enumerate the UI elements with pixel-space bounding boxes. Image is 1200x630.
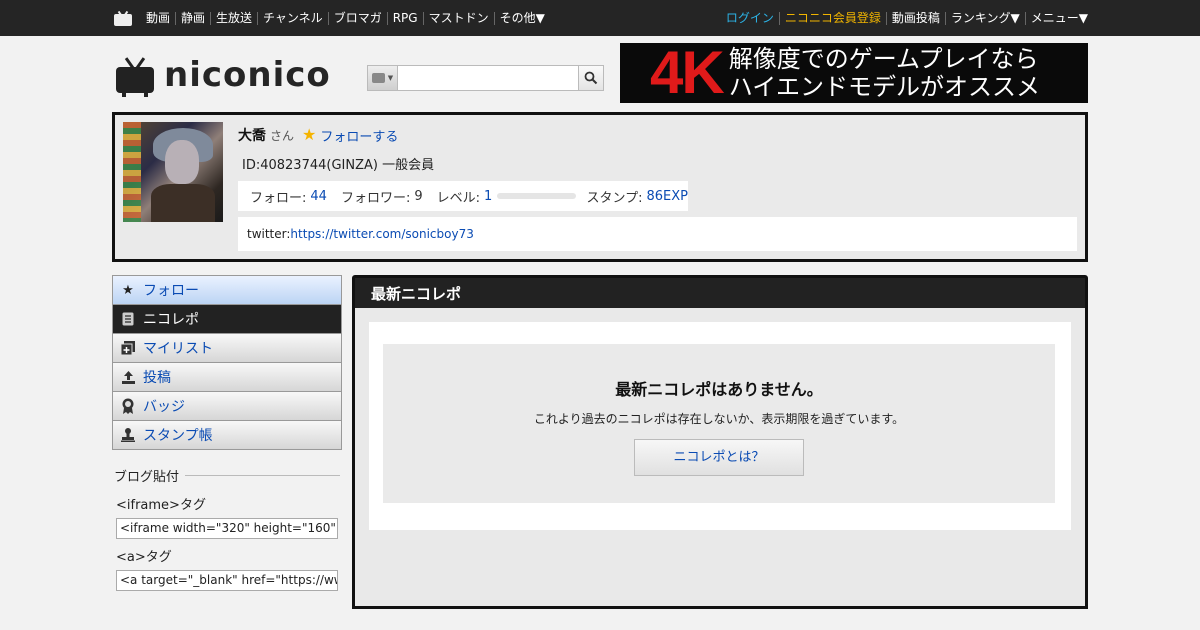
mylist-icon: [121, 341, 135, 355]
user-nav: ログイン ニコニコ会員登録 動画投稿 ランキング▼ メニュー▼: [721, 11, 1088, 25]
stamp-label: スタンプ:: [586, 190, 643, 206]
follower-count-label: フォロワー:: [340, 190, 411, 206]
ranking-dropdown[interactable]: ランキング▼: [946, 11, 1026, 25]
empty-state: 最新ニコレポはありません。 これより過去のニコレポは存在しないか、表示期限を過ぎ…: [383, 344, 1055, 503]
search-icon: [584, 71, 598, 85]
nav-seiga[interactable]: 静画: [176, 11, 212, 25]
search-button[interactable]: [577, 66, 603, 90]
nav-more-dropdown[interactable]: その他▼: [495, 11, 550, 25]
nav-mastodon[interactable]: マストドン: [424, 11, 495, 25]
search-box: ▼: [367, 65, 604, 91]
follow-button[interactable]: ★ フォローする: [302, 126, 398, 145]
user-profile-card: 大喬 さん ★ フォローする ID:40823744(GINZA) 一般会員 フ…: [112, 112, 1088, 262]
level-progress-bar: [497, 193, 577, 199]
user-honorific: さん: [270, 129, 295, 143]
sidebar-item-upload[interactable]: 投稿: [112, 363, 342, 392]
follow-link[interactable]: フォローする: [320, 126, 398, 145]
iframe-tag-label: <iframe>タグ: [116, 498, 206, 513]
nav-video[interactable]: 動画: [141, 11, 177, 25]
search-input[interactable]: [397, 66, 578, 90]
sidebar-item-label: マイリスト: [143, 341, 213, 357]
nicorepo-card: 最新ニコレポはありません。 これより過去のニコレポは存在しないか、表示期限を過ぎ…: [369, 322, 1071, 530]
sidebar-item-mylist[interactable]: マイリスト: [112, 334, 342, 363]
panel-title: 最新ニコレポ: [355, 278, 1085, 308]
blog-embed-title: ブログ貼付: [114, 466, 340, 485]
follow-count[interactable]: 44: [310, 189, 327, 204]
stamp-exp[interactable]: 86EXP: [646, 189, 688, 204]
menu-dropdown[interactable]: メニュー▼: [1026, 11, 1088, 25]
register-link[interactable]: ニコニコ会員登録: [780, 11, 887, 25]
search-category-dropdown[interactable]: ▼: [368, 66, 398, 90]
a-tag-label: <a>タグ: [116, 550, 172, 565]
logo-text: niconico: [164, 55, 331, 95]
twitter-label: twitter:: [247, 227, 291, 241]
star-icon: ★: [122, 282, 134, 298]
level-value[interactable]: 1: [484, 189, 492, 204]
tv-icon: [371, 73, 385, 83]
login-link[interactable]: ログイン: [721, 11, 780, 25]
tv-logo-icon: [116, 56, 154, 97]
report-icon: [121, 312, 135, 326]
sidebar-item-label: バッジ: [143, 399, 185, 415]
profile-name-row: 大喬 さん ★ フォローする: [238, 125, 398, 145]
niconico-home-icon[interactable]: [114, 10, 132, 26]
follower-count: 9: [414, 188, 423, 204]
sidebar-item-label: フォロー: [143, 283, 199, 299]
iframe-tag-field[interactable]: <iframe width="320" height="160" src: [116, 518, 338, 539]
sidebar-item-nicorepo[interactable]: ニコレポ: [112, 305, 342, 334]
sidebar-item-label: スタンプ帳: [143, 428, 213, 444]
banner-copy: 解像度でのゲームプレイなら ハイエンドモデルがオススメ: [729, 45, 1040, 101]
nav-live[interactable]: 生放送: [211, 11, 259, 25]
empty-heading: 最新ニコレポはありません。: [615, 380, 823, 399]
star-icon: ★: [302, 125, 317, 144]
ad-banner[interactable]: 4K 解像度でのゲームプレイなら ハイエンドモデルがオススメ: [620, 43, 1088, 103]
empty-message: これより過去のニコレポは存在しないか、表示期限を過ぎています。: [533, 412, 905, 426]
user-stats: フォロー: 44 フォロワー: 9 レベル: 1 スタンプ: 86EXP: [238, 181, 688, 211]
niconico-logo[interactable]: niconico: [116, 55, 356, 97]
follow-count-label: フォロー:: [250, 190, 307, 206]
stamp-icon: [121, 428, 135, 442]
banner-line-1: 解像度でのゲームプレイなら: [728, 45, 1039, 73]
user-id-line: ID:40823744(GINZA) 一般会員: [242, 158, 435, 173]
sidebar-item-stamp[interactable]: スタンプ帳: [112, 421, 342, 450]
nav-rpg[interactable]: RPG: [388, 11, 424, 25]
twitter-link[interactable]: https://twitter.com/sonicboy73: [290, 227, 473, 241]
what-is-nicorepo-button[interactable]: ニコレポとは？: [634, 439, 804, 476]
upload-icon: [121, 370, 135, 384]
upload-video-link[interactable]: 動画投稿: [887, 11, 946, 25]
nav-blomaga[interactable]: ブロマガ: [329, 11, 388, 25]
top-navigation-bar: 動画 静画 生放送 チャンネル ブロマガ RPG マストドン その他▼ ログイン…: [0, 0, 1200, 36]
banner-4k-text: 4K: [650, 43, 725, 103]
service-nav: 動画 静画 生放送 チャンネル ブロマガ RPG マストドン その他▼: [141, 11, 550, 25]
sidebar-item-label: ニコレポ: [143, 312, 199, 328]
sidebar-item-follow[interactable]: ★ フォロー: [112, 275, 342, 305]
a-tag-field[interactable]: <a target="_blank" href="https://www.: [116, 570, 338, 591]
nav-channel[interactable]: チャンネル: [258, 11, 329, 25]
profile-sidebar: ★ フォロー ニコレポ マイリスト 投稿 バッジ スタンプ帳: [112, 275, 342, 450]
nicorepo-panel: 最新ニコレポ 最新ニコレポはありません。 これより過去のニコレポは存在しないか、…: [352, 275, 1088, 609]
chevron-down-icon: ▼: [387, 74, 394, 82]
level-label: レベル:: [436, 190, 480, 206]
sidebar-item-label: 投稿: [143, 370, 171, 386]
sidebar-item-badge[interactable]: バッジ: [112, 392, 342, 421]
user-name: 大喬: [238, 128, 266, 144]
twitter-row: twitter: https://twitter.com/sonicboy73: [238, 217, 1077, 251]
blog-embed-section: ブログ貼付 <iframe>タグ <iframe width="320" hei…: [114, 466, 340, 591]
banner-line-2: ハイエンドモデルがオススメ: [728, 73, 1040, 101]
user-avatar: [123, 122, 223, 222]
badge-icon: [121, 398, 135, 414]
